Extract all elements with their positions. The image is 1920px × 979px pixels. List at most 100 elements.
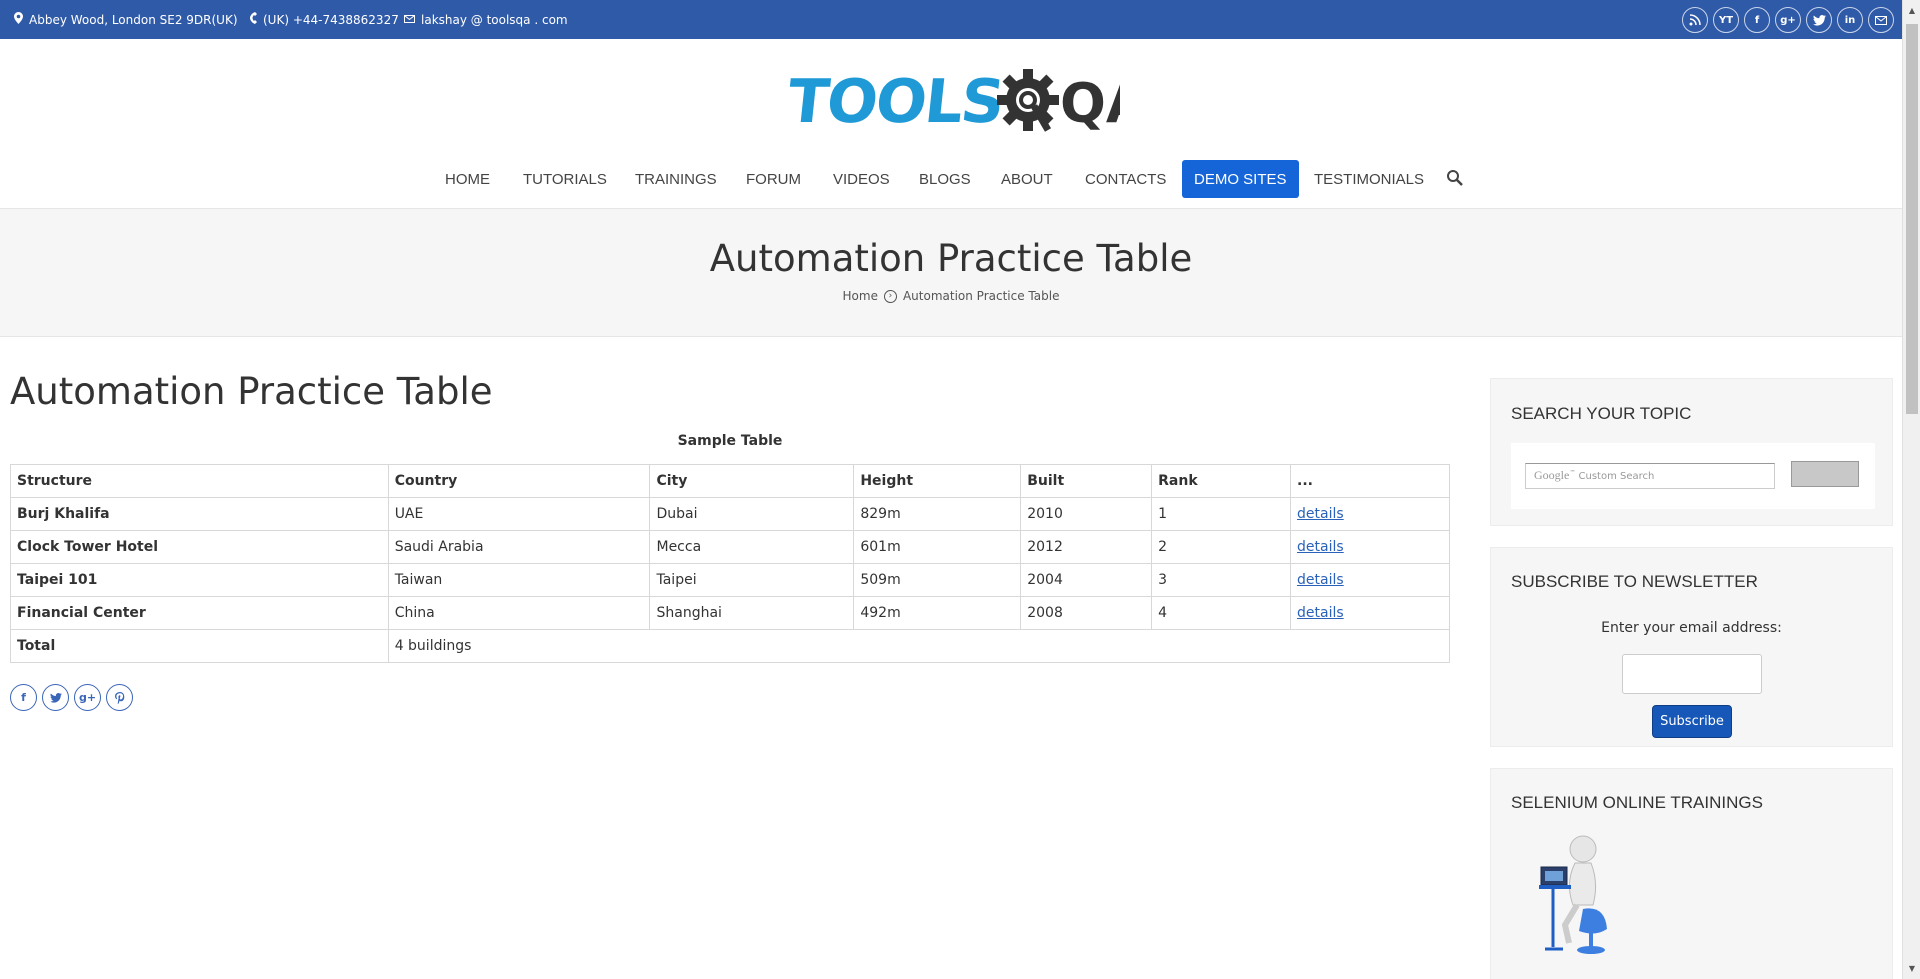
structure-cell: Clock Tower Hotel: [10, 530, 389, 564]
search-button[interactable]: [1791, 461, 1859, 487]
height-cell: 492m: [853, 596, 1022, 630]
table-header-row: Structure Country City Height Built Rank…: [10, 464, 1450, 498]
details-cell: details: [1290, 563, 1450, 597]
breadcrumb-home[interactable]: Home: [843, 289, 878, 303]
table-row: Burj Khalifa UAE Dubai 829m 2010 1 detai…: [10, 497, 1450, 531]
location-pin-icon: [14, 12, 23, 27]
gear-icon: [997, 69, 1059, 132]
table-row: Financial Center China Shanghai 492m 200…: [10, 596, 1450, 630]
structure-cell: Taipei 101: [10, 563, 389, 597]
column-header: City: [649, 464, 855, 498]
table-footer-row: Total 4 buildings: [10, 629, 1451, 663]
chevron-right-icon: ›: [883, 289, 897, 303]
details-link[interactable]: details: [1297, 572, 1344, 588]
mail-icon[interactable]: [1868, 7, 1894, 33]
nav-blogs[interactable]: BLOGS: [919, 160, 971, 198]
share-buttons: f g+: [10, 684, 133, 711]
table-row: Taipei 101 Taiwan Taipei 509m 2004 3 det…: [10, 563, 1450, 597]
facebook-icon[interactable]: f: [1744, 7, 1770, 33]
page-scrollbar[interactable]: ▲ ▼: [1902, 0, 1920, 979]
envelope-icon: [404, 13, 415, 26]
main-nav: HOME TUTORIALS TRAININGS FORUM VIDEOS BL…: [0, 160, 1902, 198]
youtube-icon[interactable]: YT: [1713, 7, 1739, 33]
column-header: Country: [387, 464, 651, 498]
details-cell: details: [1290, 497, 1450, 531]
facebook-share-icon[interactable]: f: [10, 684, 37, 711]
newsletter-email-input[interactable]: [1622, 654, 1762, 694]
rank-cell: 4: [1151, 596, 1292, 630]
total-value: 4 buildings: [387, 629, 1451, 663]
google-brand: Google: [1534, 468, 1570, 482]
search-placeholder: Custom Search: [1578, 471, 1655, 482]
column-header: Rank: [1151, 464, 1292, 498]
social-links: YT f g+ in: [1682, 7, 1894, 33]
nav-demo-sites[interactable]: DEMO SITES: [1182, 160, 1299, 198]
page-header: Automation Practice Table Home › Automat…: [0, 209, 1902, 337]
details-link[interactable]: details: [1297, 539, 1344, 555]
newsletter-label: Enter your email address:: [1601, 620, 1782, 636]
total-label: Total: [10, 629, 389, 663]
built-cell: 2008: [1020, 596, 1153, 630]
breadcrumb-current: Automation Practice Table: [902, 289, 1060, 303]
nav-home[interactable]: HOME: [445, 160, 490, 198]
twitter-share-icon[interactable]: [42, 684, 69, 711]
nav-forum[interactable]: FORUM: [746, 160, 801, 198]
built-cell: 2012: [1020, 530, 1153, 564]
trainings-illustration[interactable]: [1535, 833, 1615, 962]
country-cell: Saudi Arabia: [387, 530, 651, 564]
practice-table: Structure Country City Height Built Rank…: [10, 464, 1451, 663]
nav-contacts[interactable]: CONTACTS: [1085, 160, 1166, 198]
structure-cell: Burj Khalifa: [10, 497, 389, 531]
breadcrumb: Home › Automation Practice Table: [0, 289, 1902, 303]
table-caption: Sample Table: [677, 433, 783, 449]
height-cell: 509m: [853, 563, 1022, 597]
email: lakshay @ toolsqa . com: [404, 0, 568, 39]
trainings-title: SELENIUM ONLINE TRAININGS: [1511, 793, 1763, 812]
city-cell: Mecca: [649, 530, 855, 564]
subscribe-button[interactable]: Subscribe: [1652, 705, 1732, 738]
toolsqa-logo[interactable]: TOOLS QA: [790, 64, 1120, 142]
scroll-down-arrow-icon[interactable]: ▼: [1903, 960, 1920, 977]
built-cell: 2010: [1020, 497, 1153, 531]
pinterest-share-icon[interactable]: [106, 684, 133, 711]
country-cell: China: [387, 596, 651, 630]
details-link[interactable]: details: [1297, 506, 1344, 522]
rank-cell: 3: [1151, 563, 1292, 597]
nav-about[interactable]: ABOUT: [1001, 160, 1053, 198]
rank-cell: 1: [1151, 497, 1292, 531]
nav-tutorials[interactable]: TUTORIALS: [523, 160, 607, 198]
phone: (UK) +44-7438862327: [250, 0, 399, 39]
city-cell: Taipei: [649, 563, 855, 597]
linkedin-icon[interactable]: in: [1837, 7, 1863, 33]
page-header-title: Automation Practice Table: [709, 237, 1193, 280]
search-input[interactable]: Google™ Custom Search: [1525, 463, 1775, 489]
phone-icon: [250, 12, 257, 27]
table-row: Clock Tower Hotel Saudi Arabia Mecca 601…: [10, 530, 1450, 564]
height-cell: 829m: [853, 497, 1022, 531]
details-cell: details: [1290, 530, 1450, 564]
details-link[interactable]: details: [1297, 605, 1344, 621]
column-header: Built: [1020, 464, 1153, 498]
scroll-up-arrow-icon[interactable]: ▲: [1903, 2, 1920, 19]
newsletter-title: SUBSCRIBE TO NEWSLETTER: [1511, 572, 1758, 591]
rss-icon[interactable]: [1682, 7, 1708, 33]
country-cell: Taiwan: [387, 563, 651, 597]
nav-videos[interactable]: VIDEOS: [833, 160, 890, 198]
twitter-icon[interactable]: [1806, 7, 1832, 33]
scrollbar-thumb[interactable]: [1906, 24, 1918, 414]
google-plus-icon[interactable]: g+: [1775, 7, 1801, 33]
built-cell: 2004: [1020, 563, 1153, 597]
newsletter-widget: SUBSCRIBE TO NEWSLETTER Enter your email…: [1490, 547, 1893, 747]
city-cell: Shanghai: [649, 596, 855, 630]
structure-cell: Financial Center: [10, 596, 389, 630]
google-plus-share-icon[interactable]: g+: [74, 684, 101, 711]
column-header: Height: [853, 464, 1022, 498]
rank-cell: 2: [1151, 530, 1292, 564]
nav-testimonials[interactable]: TESTIMONIALS: [1314, 160, 1424, 198]
nav-trainings[interactable]: TRAININGS: [635, 160, 717, 198]
search-icon[interactable]: [1446, 169, 1464, 191]
logo-tools-text: TOOLS: [790, 67, 1006, 137]
google-search-box: Google™ Custom Search: [1511, 443, 1875, 509]
email-text: lakshay @ toolsqa . com: [421, 12, 568, 27]
search-widget: SEARCH YOUR TOPIC Google™ Custom Search: [1490, 378, 1893, 526]
